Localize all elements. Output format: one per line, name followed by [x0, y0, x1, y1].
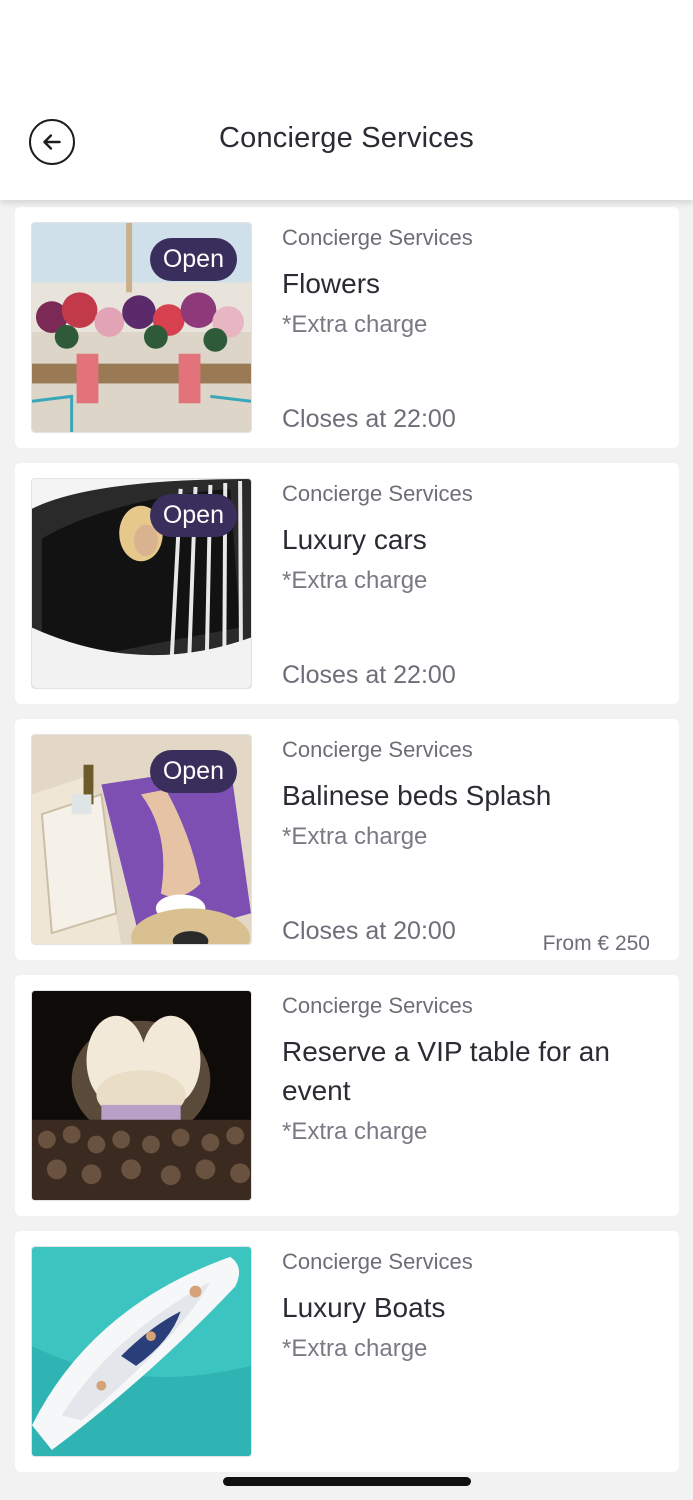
open-badge: Open: [149, 750, 237, 793]
extra-charge-note: *Extra charge: [282, 1335, 428, 1362]
category-label: Concierge Services: [282, 225, 473, 250]
vip-table-image: [31, 990, 252, 1201]
closing-time: Closes at 22:00: [282, 405, 456, 433]
flowers-image: Open: [31, 222, 252, 433]
extra-charge-note: *Extra charge: [282, 567, 428, 594]
service-card-luxury-boats[interactable]: Concierge Services Luxury Boats *Extra c…: [15, 1231, 679, 1472]
category-label: Concierge Services: [282, 737, 473, 762]
service-name: Flowers: [282, 268, 381, 299]
service-card-flowers[interactable]: Open Concierge Services Flowers *Extra c…: [15, 207, 679, 448]
service-card-luxury-cars[interactable]: Open Concierge Services Luxury cars *Ext…: [15, 463, 679, 704]
extra-charge-note: *Extra charge: [282, 311, 428, 338]
service-card-balinese-beds[interactable]: Open Concierge Services Balinese beds Sp…: [15, 719, 679, 960]
service-name: Balinese beds Splash: [282, 780, 552, 811]
closing-time: Closes at 20:00: [282, 917, 456, 945]
price-label: From € 250: [542, 932, 650, 955]
service-name: Luxury Boats: [282, 1292, 446, 1323]
extra-charge-note: *Extra charge: [282, 823, 428, 850]
extra-charge-note: *Extra charge: [282, 1118, 428, 1145]
open-badge: Open: [149, 238, 237, 281]
luxury-boats-image: [31, 1246, 252, 1457]
luxury-cars-image: Open: [31, 478, 252, 689]
home-indicator: [223, 1477, 471, 1486]
balinese-beds-image: Open: [31, 734, 252, 945]
open-badge: Open: [149, 494, 237, 537]
service-name: Reserve a VIP table for an event: [282, 1036, 610, 1106]
category-label: Concierge Services: [282, 1249, 473, 1274]
category-label: Concierge Services: [282, 993, 473, 1018]
app-header: Concierge Services: [0, 0, 693, 200]
category-label: Concierge Services: [282, 481, 473, 506]
service-list: Open Concierge Services Flowers *Extra c…: [15, 207, 679, 1487]
page-title: Concierge Services: [218, 122, 475, 154]
service-name: Luxury cars: [282, 524, 427, 555]
closing-time: Closes at 22:00: [282, 661, 456, 689]
service-card-vip-table[interactable]: Concierge Services Reserve a VIP table f…: [15, 975, 679, 1216]
